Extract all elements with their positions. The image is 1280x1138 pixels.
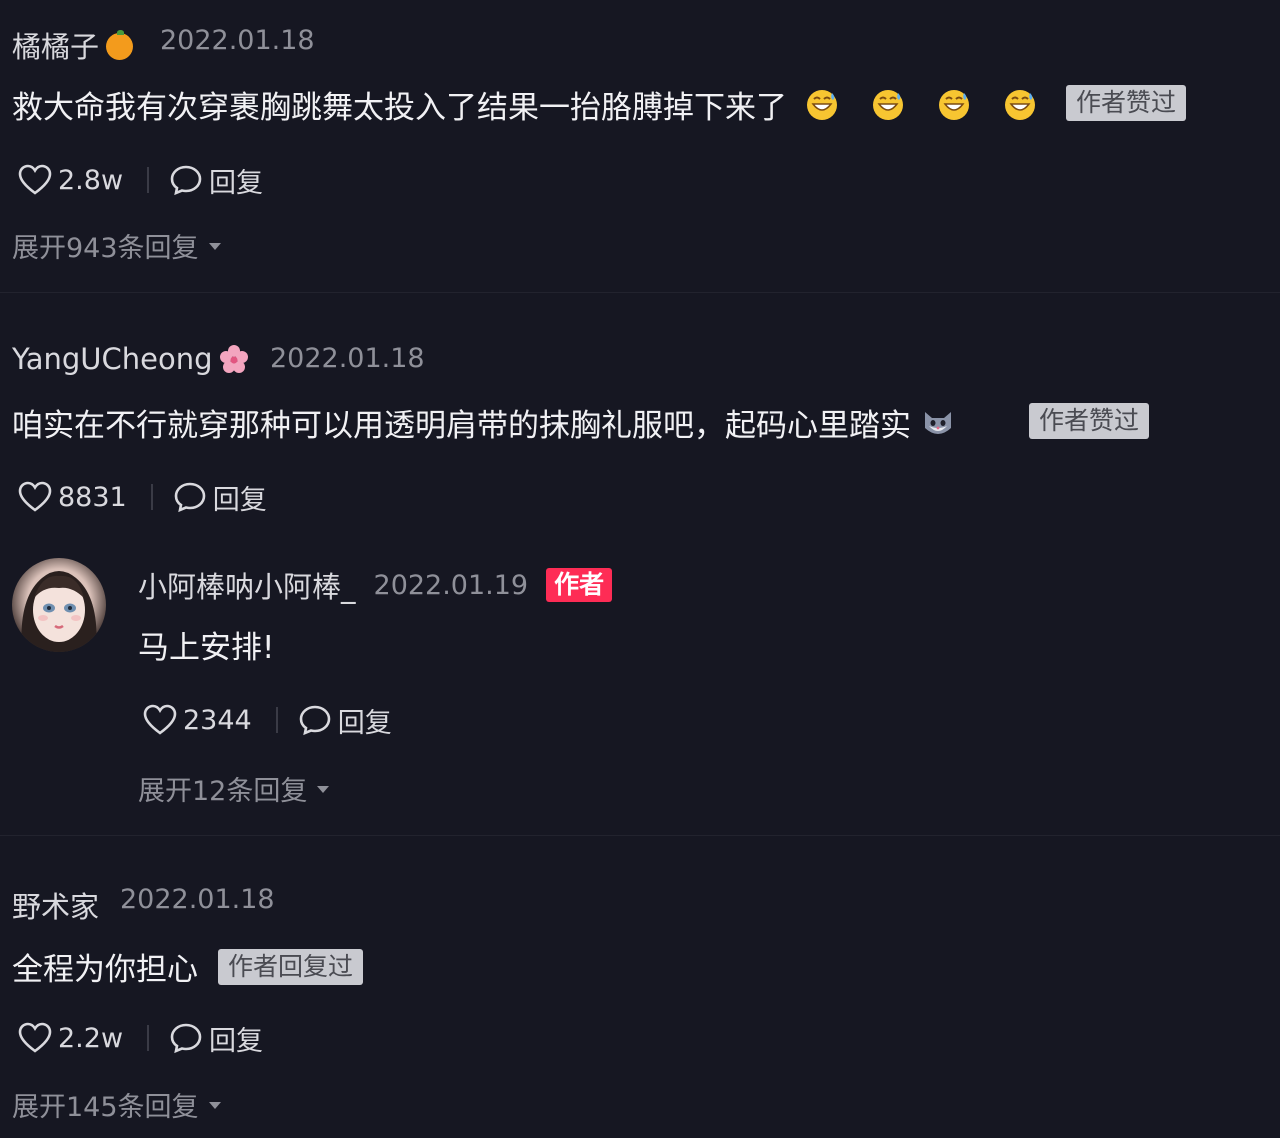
comment-bubble-icon xyxy=(170,1023,202,1054)
comment-body: 咱实在不行就穿那种可以用透明肩带的抹胸礼服吧，起码心里踏实 xyxy=(12,400,965,445)
divider xyxy=(0,835,1280,836)
divider xyxy=(0,292,1280,293)
heart-icon xyxy=(18,1022,52,1053)
reply-button[interactable]: 回复 xyxy=(169,161,263,200)
comment-text: 全程为你担心 xyxy=(12,952,198,988)
comment-actions: 2.8w 回复 xyxy=(18,160,263,200)
comment-body: 全程为你担心 作者回复过 xyxy=(12,944,364,989)
reply-button[interactable]: 回复 xyxy=(173,478,267,517)
comment-body: 救大命我有次穿裹胸跳舞太投入了结果一抬胳膊掉下来了 xyxy=(12,82,1047,127)
comment-bubble-icon xyxy=(299,705,331,736)
reply-label: 回复 xyxy=(337,707,392,739)
author-liked-tag: 作者赞过 xyxy=(1066,85,1187,121)
comment-bubble-icon xyxy=(174,482,206,513)
heart-icon xyxy=(143,704,177,735)
author-replied-tag: 作者回复过 xyxy=(218,948,364,985)
comment-actions: 2.2w 回复 xyxy=(18,1018,263,1058)
reply-text: 马上安排! xyxy=(138,630,275,666)
author-badge: 作者 xyxy=(546,568,613,602)
like-button[interactable]: 2.2w xyxy=(18,1022,123,1054)
reply-label: 回复 xyxy=(212,484,267,516)
cherry-blossom-emoji-icon xyxy=(219,345,248,373)
avatar[interactable] xyxy=(12,558,106,652)
divider xyxy=(147,1025,150,1051)
comment-text: 咱实在不行就穿那种可以用透明肩带的抹胸礼服吧，起码心里踏实 xyxy=(12,408,911,444)
caret-down-icon xyxy=(208,1102,221,1109)
comment-header: YangUCheong xyxy=(12,342,250,376)
divider xyxy=(147,167,150,193)
reply-button[interactable]: 回复 xyxy=(298,701,392,740)
like-button[interactable]: 2.8w xyxy=(18,164,123,196)
divider xyxy=(275,707,278,733)
expand-replies-label: 展开943条回复 xyxy=(12,233,199,264)
like-button[interactable]: 2344 xyxy=(143,704,252,736)
reply-date: 2022.01.19 xyxy=(373,569,529,601)
reply-label: 回复 xyxy=(209,167,264,199)
grinning-sweat-emoji-icon xyxy=(939,89,969,120)
like-button[interactable]: 8831 xyxy=(18,481,127,513)
caret-down-icon xyxy=(317,786,330,793)
expand-replies-button[interactable]: 展开943条回复 xyxy=(12,226,221,265)
grinning-sweat-emoji-icon xyxy=(1005,89,1035,120)
comment-actions: 8831 回复 xyxy=(18,477,267,517)
like-count: 2344 xyxy=(183,704,252,736)
comment-header: 橘橘子 xyxy=(12,24,134,66)
expand-replies-button[interactable]: 展开145条回复 xyxy=(12,1085,221,1124)
heart-icon xyxy=(18,164,52,195)
reply-button[interactable]: 回复 xyxy=(169,1019,263,1058)
cat-face-emoji-icon xyxy=(925,411,951,434)
heart-icon xyxy=(18,481,52,512)
reply-header: 小阿棒呐小阿棒_ 2022.01.19 作者 xyxy=(138,564,613,606)
caret-down-icon xyxy=(208,243,221,250)
username[interactable]: YangUCheong xyxy=(12,342,213,376)
reply-username[interactable]: 小阿棒呐小阿棒_ xyxy=(138,564,356,606)
reply-actions: 2344 回复 xyxy=(143,700,392,740)
username[interactable]: 橘橘子 xyxy=(12,30,99,64)
comment-bubble-icon xyxy=(170,165,202,196)
comment-text: 救大命我有次穿裹胸跳舞太投入了结果一抬胳膊掉下来了 xyxy=(12,90,787,126)
expand-replies-label: 展开145条回复 xyxy=(12,1092,199,1123)
comment-date: 2022.01.18 xyxy=(120,884,275,915)
comment-date: 2022.01.18 xyxy=(160,25,315,56)
author-liked-tag: 作者赞过 xyxy=(1029,403,1150,439)
divider xyxy=(150,484,153,510)
avatar-portrait-icon xyxy=(21,571,97,652)
grinning-sweat-emoji-icon xyxy=(873,89,903,120)
orange-emoji-icon xyxy=(106,30,134,60)
grinning-sweat-emoji-icon xyxy=(807,89,837,120)
like-count: 8831 xyxy=(58,481,127,513)
expand-replies-label: 展开12条回复 xyxy=(138,776,308,807)
reply-label: 回复 xyxy=(209,1025,264,1057)
like-count: 2.2w xyxy=(58,1022,124,1054)
expand-replies-button[interactable]: 展开12条回复 xyxy=(138,769,330,808)
like-count: 2.8w xyxy=(58,164,124,196)
username[interactable]: 野术家 xyxy=(12,884,99,926)
comment-date: 2022.01.18 xyxy=(270,343,425,374)
